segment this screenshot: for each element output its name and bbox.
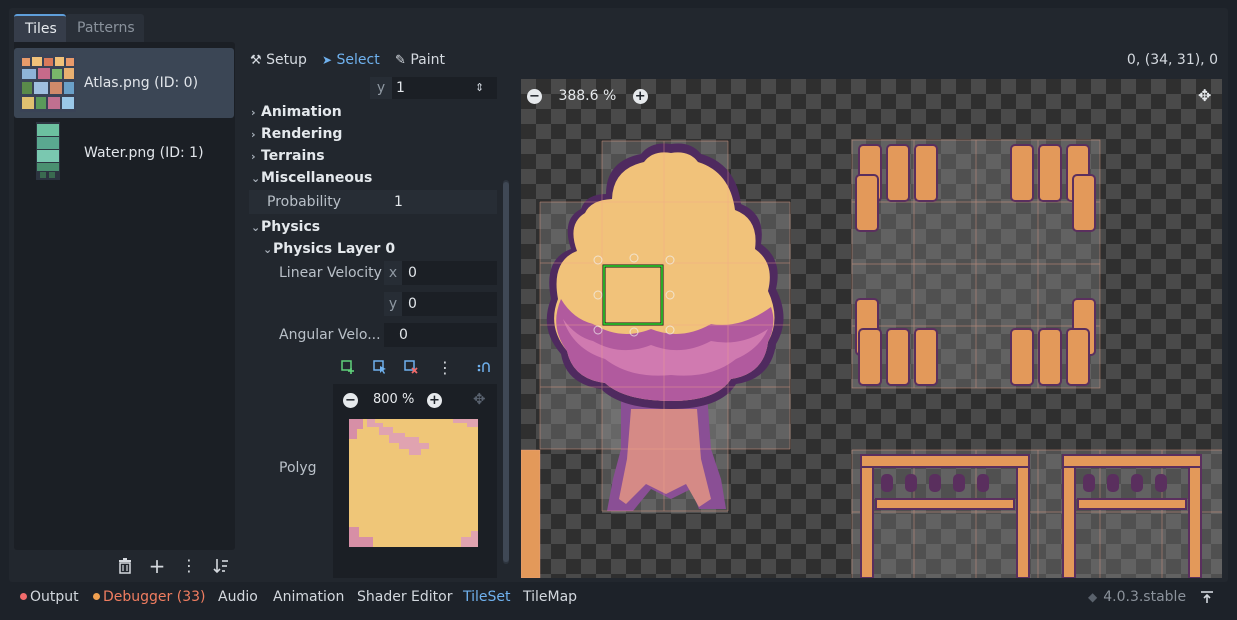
- more-options-icon[interactable]: ⋮: [179, 556, 199, 576]
- chevron-right-icon: ›: [251, 150, 256, 163]
- plus-icon: +: [632, 88, 648, 104]
- canvas-zoom-level: 388.6 %: [558, 88, 617, 104]
- canvas-zoom-control: − 388.6 % +: [527, 85, 648, 107]
- pan-icon[interactable]: ✥: [1198, 86, 1211, 105]
- tilemap-tab[interactable]: TileMap: [523, 587, 577, 607]
- polygon-editor-toolbar: ⋮: [333, 352, 497, 382]
- output-tab[interactable]: Output: [20, 587, 79, 607]
- water-thumbnail: [36, 122, 60, 180]
- category-terrains[interactable]: › Terrains: [251, 145, 505, 167]
- source-item-water[interactable]: Water.png (ID: 1): [14, 118, 234, 188]
- angular-velocity-value: 0: [399, 327, 408, 343]
- probability-value[interactable]: 1: [394, 190, 403, 214]
- paint-button[interactable]: ✎ Paint: [395, 49, 445, 71]
- axis-label-x: x: [384, 261, 402, 285]
- version-label: ◆ 4.0.3.stable: [1088, 589, 1187, 605]
- warning-dot-icon: [93, 593, 100, 600]
- setup-label: Setup: [266, 52, 307, 68]
- linear-velocity-x-value: 0: [408, 265, 417, 281]
- edit-points-icon[interactable]: [373, 360, 387, 374]
- angular-velocity-field[interactable]: 0: [384, 323, 497, 347]
- source-item-atlas[interactable]: Atlas.png (ID: 0): [14, 48, 234, 118]
- polygon-zoom-level: 800 %: [373, 392, 415, 407]
- chevron-down-icon: ⌄: [251, 221, 261, 234]
- spin-arrows-icon[interactable]: ⇕: [475, 77, 484, 99]
- polygon-tile-preview: [349, 419, 478, 547]
- source-label-water: Water.png (ID: 1): [84, 145, 204, 161]
- tab-patterns[interactable]: Patterns: [66, 14, 144, 42]
- category-rendering[interactable]: › Rendering: [251, 123, 505, 145]
- zoom-in-button[interactable]: +: [427, 392, 442, 408]
- polygon-label: Polyg: [279, 460, 317, 476]
- category-miscellaneous[interactable]: ⌄Miscellaneous: [251, 167, 505, 189]
- angular-velocity-label: Angular Velo...: [279, 327, 381, 343]
- atlas-canvas-drawing: [521, 139, 1222, 578]
- shader-editor-tab[interactable]: Shader Editor: [357, 587, 452, 607]
- tileset-tab[interactable]: TileSet: [463, 587, 511, 607]
- update-icon: ◆: [1088, 590, 1098, 604]
- source-label-atlas: Atlas.png (ID: 0): [84, 75, 199, 91]
- linear-velocity-x-field[interactable]: x 0: [384, 261, 497, 285]
- animation-tab[interactable]: Animation: [273, 587, 344, 607]
- linear-velocity-label: Linear Velocity: [279, 265, 382, 281]
- minus-icon: −: [527, 88, 542, 104]
- chevron-down-icon: ⌄: [263, 243, 273, 256]
- sort-sources-icon[interactable]: [211, 556, 231, 576]
- error-dot-icon: [20, 593, 27, 600]
- texture-origin-y-field[interactable]: y 1 ⇕: [370, 77, 497, 99]
- category-animation[interactable]: › Animation: [251, 101, 505, 123]
- linear-velocity-y-field[interactable]: y 0: [384, 292, 497, 316]
- expand-panel-icon[interactable]: [1200, 587, 1214, 607]
- zoom-in-button[interactable]: +: [632, 88, 648, 104]
- debugger-tab[interactable]: Debugger (33): [93, 587, 205, 607]
- paint-label: Paint: [410, 52, 446, 68]
- category-physics[interactable]: ⌄Physics: [251, 216, 505, 238]
- minus-icon: −: [343, 392, 358, 408]
- atlas-thumbnail: [20, 54, 76, 112]
- probability-label: Probability: [267, 194, 342, 210]
- axis-label-y: y: [370, 77, 392, 99]
- brush-icon: ✎: [395, 53, 406, 68]
- chevron-right-icon: ›: [251, 128, 256, 141]
- tab-tiles[interactable]: Tiles: [14, 14, 66, 42]
- linear-velocity-y-value: 0: [408, 296, 417, 312]
- add-source-icon[interactable]: +: [147, 556, 167, 576]
- delete-source-icon[interactable]: [115, 556, 135, 576]
- zoom-out-button[interactable]: −: [343, 392, 358, 408]
- axis-label-y: y: [384, 292, 402, 316]
- y-value: 1: [396, 80, 405, 96]
- tile-coordinates: 0, (34, 31), 0: [1126, 52, 1218, 68]
- probability-row: Probability 1: [249, 190, 497, 214]
- grid-snap-icon[interactable]: [476, 360, 490, 374]
- select-button[interactable]: ➤ Select: [322, 49, 380, 71]
- inspector-scrollbar-thumb[interactable]: [503, 182, 509, 562]
- chevron-right-icon: ›: [251, 106, 256, 119]
- category-physics-layer-0[interactable]: ⌄Physics Layer 0: [263, 238, 517, 260]
- pointer-icon: ➤: [322, 53, 333, 67]
- select-label: Select: [336, 52, 380, 68]
- setup-icon: ⚒: [250, 53, 262, 68]
- add-polygon-icon[interactable]: [341, 360, 355, 374]
- audio-tab[interactable]: Audio: [218, 587, 258, 607]
- zoom-out-button[interactable]: −: [527, 88, 542, 104]
- plus-icon: +: [427, 392, 442, 408]
- pan-icon[interactable]: ✥: [473, 390, 486, 408]
- delete-points-icon[interactable]: [404, 360, 418, 374]
- chevron-down-icon: ⌄: [251, 172, 261, 185]
- more-options-icon[interactable]: ⋮: [437, 358, 453, 377]
- atlas-canvas[interactable]: [521, 79, 1222, 578]
- setup-button[interactable]: ⚒ Setup: [250, 49, 307, 71]
